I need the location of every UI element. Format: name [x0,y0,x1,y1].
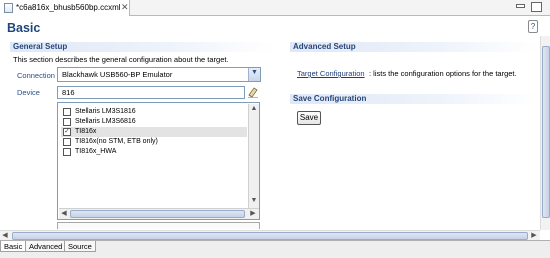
maximize-icon[interactable] [531,2,542,12]
editor-tab[interactable]: *c6a816x_bhusb560bp.ccxml ✕ [0,0,130,16]
device-list-item[interactable]: ✓ TI816x [61,127,247,137]
general-setup-header[interactable]: General Setup [10,42,275,52]
target-configuration-description: : lists the configuration options for th… [369,69,517,78]
checkbox[interactable] [63,138,71,146]
scrollbar-thumb[interactable] [12,232,528,240]
device-filter-input[interactable]: 816 [57,86,245,99]
device-list-horizontal-scrollbar[interactable]: ◀ ▶ [59,208,259,219]
scroll-right-icon[interactable]: ▶ [248,209,258,219]
editor-tab-label: *c6a816x_bhusb560bp.ccxml [16,3,121,12]
device-list[interactable]: Stellaris LM3S1816 Stellaris LM3S6816 ✓ TI8… [57,102,260,220]
connection-label: Connection [17,71,55,80]
xml-file-icon [4,3,13,13]
device-label: Device [17,88,40,97]
editor-page-tabs: Basic Advanced Source [0,240,550,258]
scroll-left-icon[interactable]: ◀ [59,209,69,219]
connection-select[interactable]: Blackhawk USB560-BP Emulator ▼ [57,67,261,82]
device-list-item[interactable]: Stellaris LM3S6816 [61,117,247,127]
editor-tab-strip: *c6a816x_bhusb560bp.ccxml ✕ [0,0,550,16]
tab-basic[interactable]: Basic [0,241,27,252]
device-list-item-label: TI816x(no STM, ETB only) [75,138,158,145]
scrollbar-thumb[interactable] [70,210,245,218]
page-horizontal-scrollbar[interactable]: ◀ ▶ [0,230,540,240]
device-list-item-label: Stellaris LM3S6816 [75,118,136,125]
tab-close-icon[interactable]: ✕ [121,2,129,12]
checkbox[interactable] [63,108,71,116]
checkbox-checked[interactable]: ✓ [63,128,71,136]
minimize-icon[interactable] [516,4,525,8]
advanced-setup-header[interactable]: Advanced Setup [290,42,538,52]
device-list-item[interactable]: TI816x(no STM, ETB only) [61,137,247,147]
chevron-down-icon: ▼ [251,69,258,76]
device-list-item-label: TI816x_HWA [75,148,117,155]
checkbox[interactable] [63,118,71,126]
target-configuration-link[interactable]: Target Configuration [297,69,365,78]
scroll-down-icon[interactable]: ▼ [249,196,259,206]
save-button[interactable]: Save [297,111,321,125]
tab-source[interactable]: Source [64,241,96,252]
connection-dropdown-button[interactable]: ▼ [248,68,260,81]
scroll-up-icon[interactable]: ▲ [249,104,259,114]
save-configuration-header[interactable]: Save Configuration [290,94,538,104]
device-list-item[interactable]: TI816x_HWA [61,147,247,157]
tab-advanced[interactable]: Advanced [25,241,67,252]
eraser-icon[interactable] [247,86,259,98]
connection-value: Blackhawk USB560-BP Emulator [62,70,173,79]
device-list-item-label: Stellaris LM3S1816 [75,108,136,115]
device-list-item[interactable]: Stellaris LM3S1816 [61,107,247,117]
page-title: Basic [7,21,41,35]
scrollbar-thumb[interactable] [542,46,550,218]
page-vertical-scrollbar[interactable] [540,36,550,230]
device-filter-value: 816 [62,88,75,97]
general-setup-description: This section describes the general confi… [13,55,229,64]
device-list-footer [57,222,260,229]
help-icon[interactable]: ? [528,20,538,33]
checkbox[interactable] [63,148,71,156]
device-list-item-label: TI816x [75,128,97,135]
device-list-vertical-scrollbar[interactable]: ▲ ▼ [248,104,259,208]
